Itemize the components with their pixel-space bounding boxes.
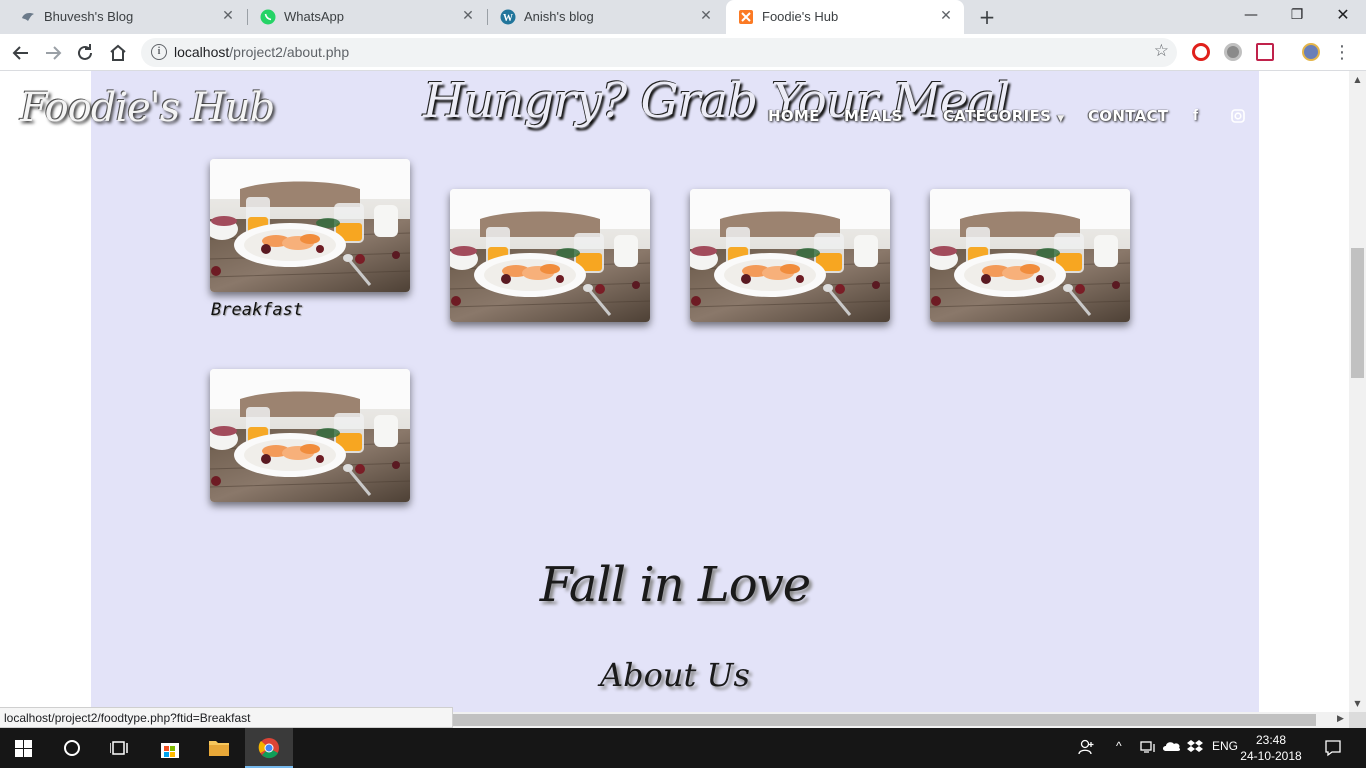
home-button[interactable] — [106, 41, 130, 65]
arrow-right-icon — [46, 46, 62, 60]
scrollbar-corner — [1349, 712, 1366, 728]
about-us-heading: About Us — [600, 656, 750, 694]
instagram-icon[interactable] — [1231, 109, 1245, 127]
url-text[interactable]: localhost/project2/about.php — [174, 44, 349, 60]
reload-icon — [78, 44, 92, 60]
close-icon[interactable]: ✕ — [460, 8, 476, 24]
onedrive-cloud-icon[interactable] — [1162, 740, 1182, 755]
vertical-scroll-thumb[interactable] — [1351, 248, 1364, 378]
clock-time: 23:48 — [1255, 733, 1287, 747]
facebook-icon[interactable]: f — [1193, 107, 1198, 124]
tab-strip: Bhuvesh's Blog ✕ WhatsApp ✕ W Anish's bl… — [0, 0, 1366, 34]
breakfast-photo — [210, 159, 410, 292]
file-explorer-button[interactable] — [195, 728, 243, 768]
food-card[interactable] — [210, 369, 410, 502]
food-card[interactable] — [690, 189, 890, 322]
tab-foodies-hub[interactable]: Foodie's Hub ✕ — [726, 0, 964, 34]
breakfast-photo — [690, 189, 890, 322]
windows-taskbar: ^ ENG 23:48 24-10-2018 — [0, 728, 1366, 768]
arrow-left-icon — [12, 46, 28, 60]
twitter-icon[interactable] — [1273, 109, 1289, 127]
home-icon — [110, 44, 126, 61]
folder-icon — [209, 741, 229, 756]
minimize-button[interactable]: — — [1228, 0, 1274, 30]
network-icon[interactable] — [1140, 740, 1156, 757]
system-clock[interactable]: 23:48 24-10-2018 — [1236, 732, 1306, 764]
search-button[interactable] — [48, 728, 96, 768]
caret-down-icon: ▼ — [1057, 114, 1065, 124]
scroll-right-arrow-icon[interactable]: ▶ — [1337, 714, 1344, 724]
site-tagline: Hungry? Grab Your Meal — [423, 73, 1010, 129]
bird-icon — [22, 13, 34, 21]
close-icon[interactable]: ✕ — [220, 8, 236, 24]
tab-bhuvesh-blog[interactable]: Bhuvesh's Blog ✕ — [8, 0, 246, 34]
nav-home[interactable]: HOME — [768, 107, 820, 125]
close-icon[interactable]: ✕ — [938, 8, 954, 24]
restore-button[interactable]: ❐ — [1274, 0, 1320, 30]
food-card[interactable] — [930, 189, 1130, 322]
pocket-extension-icon[interactable] — [1256, 43, 1274, 61]
fall-in-love-heading: Fall in Love — [539, 557, 811, 613]
windows-logo-icon — [15, 740, 32, 757]
start-button[interactable] — [0, 728, 48, 768]
forward-button[interactable] — [41, 41, 65, 65]
task-view-button[interactable] — [96, 728, 144, 768]
tab-title: Bhuvesh's Blog — [44, 9, 134, 24]
menu-button[interactable]: ⋮ — [1330, 41, 1354, 65]
clock-date: 24-10-2018 — [1240, 749, 1302, 763]
tab-whatsapp[interactable]: WhatsApp ✕ — [248, 0, 486, 34]
extension-icon[interactable] — [1224, 43, 1242, 61]
address-bar[interactable]: i localhost/project2/about.php ☆ — [141, 38, 1177, 67]
language-indicator[interactable]: ENG — [1212, 739, 1238, 753]
nav-categories-label: CATEGORIES — [943, 107, 1052, 125]
opera-extension-icon[interactable] — [1192, 43, 1210, 61]
close-window-button[interactable]: ✕ — [1320, 0, 1366, 30]
wordpress-icon: W — [500, 9, 516, 25]
horizontal-scroll-thumb[interactable] — [453, 714, 1316, 726]
breakfast-photo — [930, 189, 1130, 322]
tab-title: Anish's blog — [524, 9, 594, 24]
vertical-scrollbar[interactable]: ▲ ▼ — [1349, 71, 1366, 712]
nav-meals[interactable]: MEALS — [844, 107, 903, 125]
bookmark-star-icon[interactable]: ☆ — [1154, 41, 1169, 61]
whatsapp-icon — [260, 9, 276, 25]
food-caption-breakfast[interactable]: Breakfast — [211, 300, 303, 320]
breakfast-photo — [210, 369, 410, 502]
tab-anish-blog[interactable]: W Anish's blog ✕ — [488, 0, 724, 34]
notification-icon[interactable] — [1324, 739, 1342, 760]
status-bar-url: localhost/project2/foodtype.php?ftid=Bre… — [0, 707, 453, 728]
snapchat-icon[interactable] — [1320, 109, 1335, 128]
reload-button[interactable] — [73, 41, 97, 65]
nav-contact[interactable]: CONTACT — [1088, 107, 1168, 125]
browser-toolbar: i localhost/project2/about.php ☆ ⋮ — [0, 34, 1366, 71]
tab-title: Foodie's Hub — [762, 9, 839, 24]
back-button[interactable] — [9, 41, 33, 65]
food-card-breakfast[interactable] — [210, 159, 410, 292]
store-app-button[interactable] — [146, 728, 194, 768]
new-tab-button[interactable]: + — [977, 7, 997, 27]
tab-title: WhatsApp — [284, 9, 344, 24]
dropbox-icon[interactable] — [1187, 739, 1203, 757]
food-card[interactable] — [450, 189, 650, 322]
svg-text:W: W — [503, 13, 513, 24]
cortana-circle-icon — [64, 740, 80, 756]
chrome-app-button[interactable] — [245, 728, 293, 768]
nav-categories[interactable]: CATEGORIES ▼ — [943, 107, 1064, 125]
chevron-up-icon[interactable]: ^ — [1116, 739, 1122, 753]
site-brand-logo[interactable]: Foodie's Hub — [20, 85, 275, 131]
info-icon[interactable]: i — [151, 44, 167, 60]
scroll-up-arrow-icon[interactable]: ▲ — [1349, 75, 1366, 84]
profile-avatar[interactable] — [1302, 43, 1320, 61]
page-viewport: Foodie's Hub Hungry? Grab Your Meal HOME… — [0, 71, 1349, 712]
xampp-icon — [739, 10, 753, 24]
people-icon[interactable] — [1078, 738, 1096, 759]
scroll-down-arrow-icon[interactable]: ▼ — [1349, 699, 1366, 708]
chrome-icon — [258, 738, 279, 759]
breakfast-photo — [450, 189, 650, 322]
close-icon[interactable]: ✕ — [698, 8, 714, 24]
task-view-icon — [110, 741, 128, 755]
store-bag-icon — [161, 743, 179, 758]
